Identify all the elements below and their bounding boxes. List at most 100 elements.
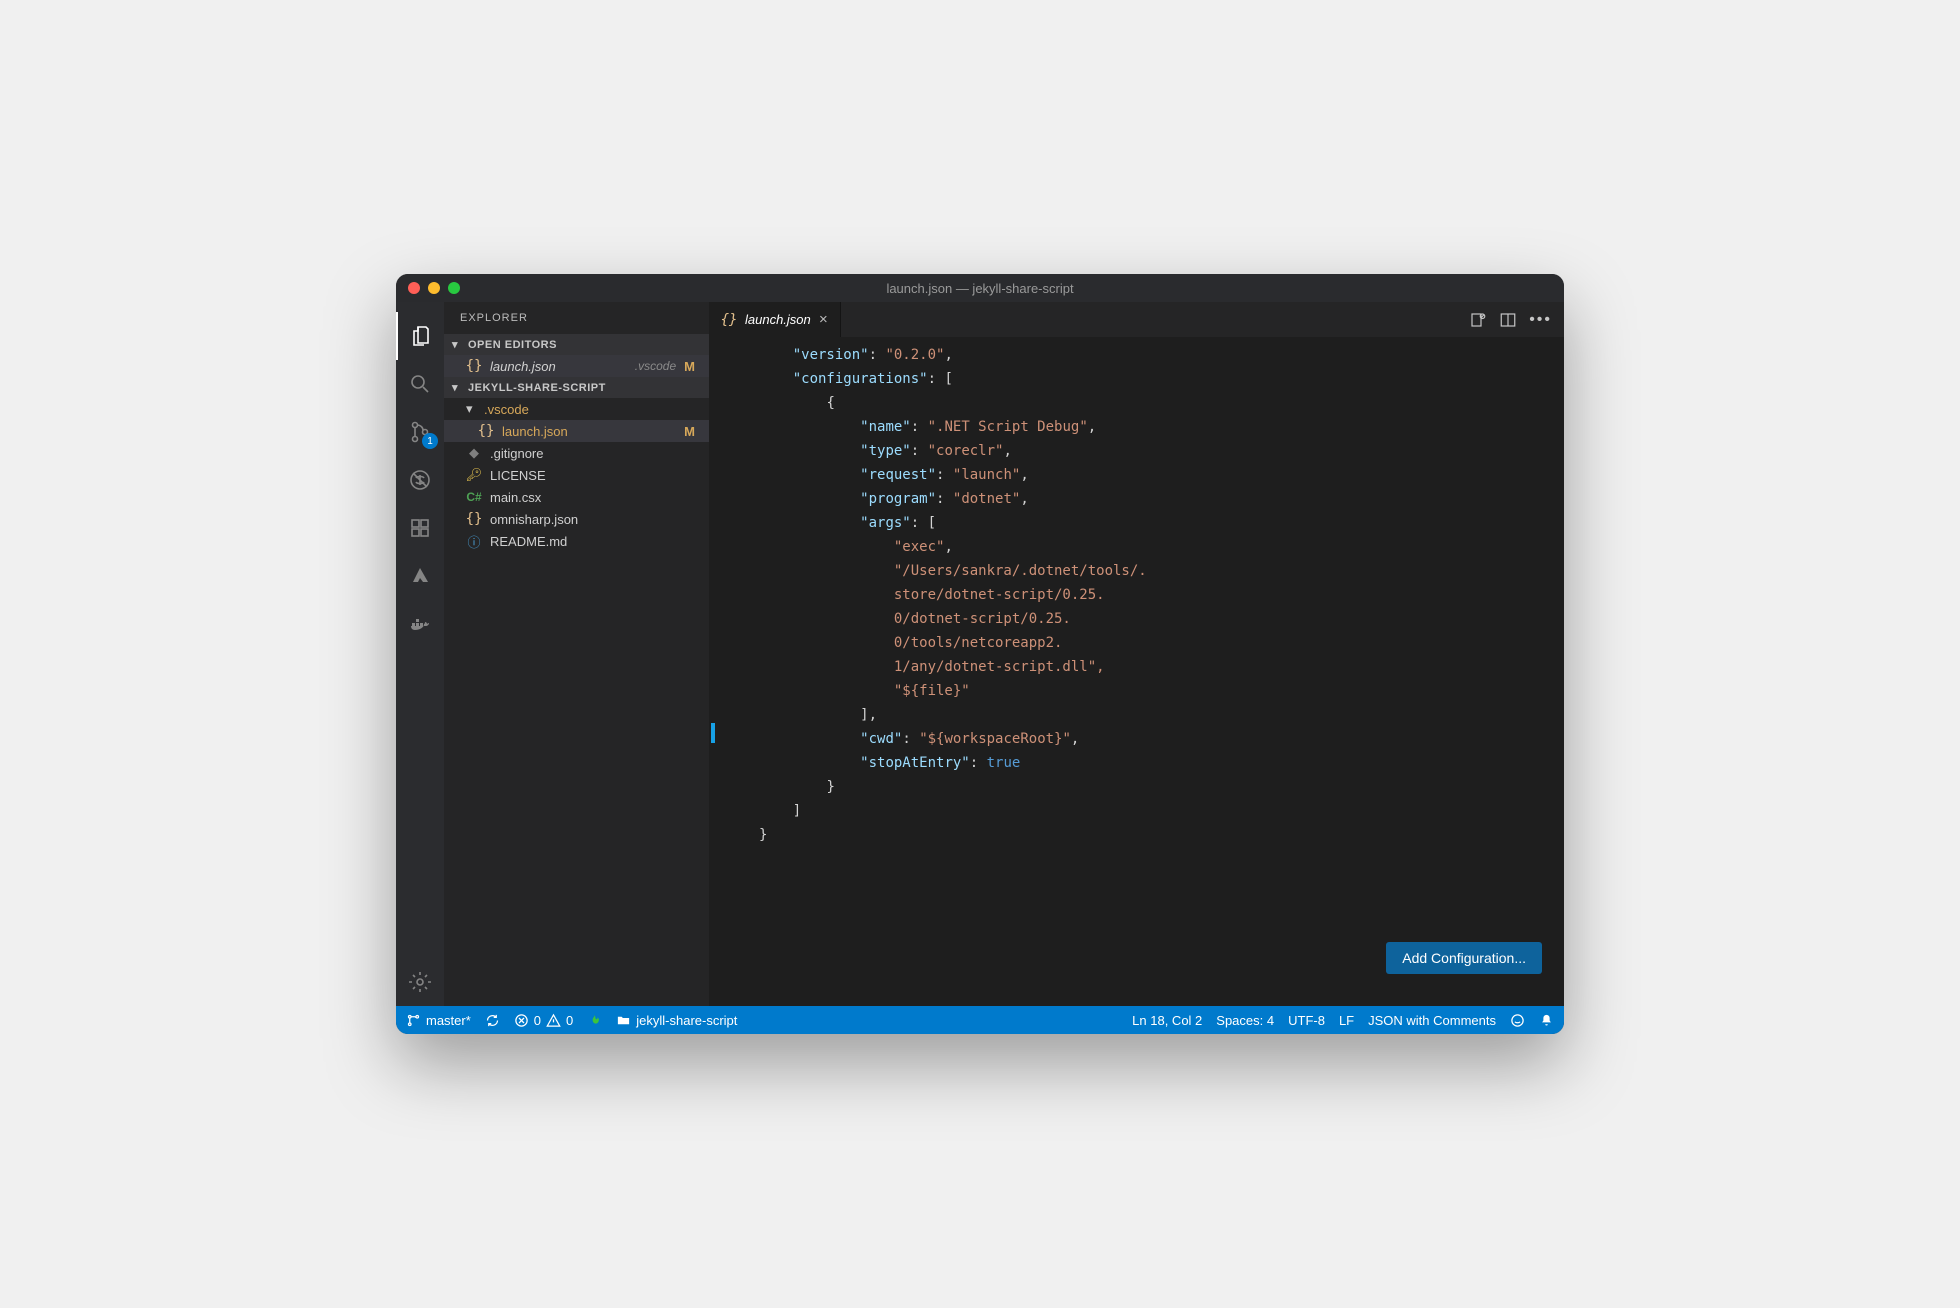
activity-debug[interactable] <box>396 456 444 504</box>
chevron-down-icon: ▾ <box>466 401 478 417</box>
open-editor-name: launch.json <box>490 359 627 374</box>
window-close-button[interactable] <box>408 282 420 294</box>
flame-indicator[interactable] <box>587 1013 602 1028</box>
feedback-button[interactable] <box>1510 1013 1525 1028</box>
file-name: main.csx <box>490 490 701 505</box>
folder-indicator[interactable]: jekyll-share-script <box>616 1013 737 1028</box>
file-omnisharp-json[interactable]: {} omnisharp.json <box>444 508 709 530</box>
cursor-line-indicator <box>711 723 715 743</box>
more-icon[interactable]: ••• <box>1529 311 1552 329</box>
file-main-csx[interactable]: C# main.csx <box>444 486 709 508</box>
chevron-down-icon: ▾ <box>452 338 464 351</box>
json-icon: {} <box>721 312 737 328</box>
open-editor-item[interactable]: {} launch.json .vscode M <box>444 355 709 377</box>
minimap[interactable] <box>1554 343 1564 1006</box>
smiley-icon <box>1510 1013 1525 1028</box>
file-gitignore[interactable]: ◆ .gitignore <box>444 442 709 464</box>
file-readme[interactable]: ⓘ README.md <box>444 530 709 552</box>
open-editors-header[interactable]: ▾ OPEN EDITORS <box>444 334 709 355</box>
activity-search[interactable] <box>396 360 444 408</box>
chevron-down-icon: ▾ <box>452 381 464 394</box>
traffic-lights <box>408 282 460 294</box>
tab-launch-json[interactable]: {} launch.json × <box>709 302 841 337</box>
csharp-icon: C# <box>466 489 482 505</box>
folder-icon <box>616 1013 631 1028</box>
app-window: launch.json — jekyll-share-script 1 <box>396 274 1564 1034</box>
search-icon <box>408 372 432 396</box>
window-zoom-button[interactable] <box>448 282 460 294</box>
workspace-header[interactable]: ▾ JEKYLL-SHARE-SCRIPT <box>444 377 709 398</box>
notifications-button[interactable] <box>1539 1013 1554 1028</box>
problems[interactable]: 0 0 <box>514 1013 573 1028</box>
main-area: 1 EXPLORER ▾ OPEN EDITORS <box>396 302 1564 1006</box>
workspace-label: JEKYLL-SHARE-SCRIPT <box>468 382 606 394</box>
key-icon: 🔑︎ <box>466 467 482 483</box>
gutter <box>709 343 759 1006</box>
close-icon[interactable]: × <box>819 311 828 328</box>
warning-count: 0 <box>566 1013 573 1028</box>
branch-icon <box>406 1013 421 1028</box>
indentation[interactable]: Spaces: 4 <box>1216 1013 1274 1028</box>
warning-icon <box>546 1013 561 1028</box>
files-icon <box>409 324 433 348</box>
open-changes-icon[interactable] <box>1469 311 1487 329</box>
activity-azure[interactable] <box>396 552 444 600</box>
add-configuration-button[interactable]: Add Configuration... <box>1386 942 1542 974</box>
encoding[interactable]: UTF-8 <box>1288 1013 1325 1028</box>
file-name: .gitignore <box>490 446 701 461</box>
scm-badge: 1 <box>422 433 438 449</box>
titlebar: launch.json — jekyll-share-script <box>396 274 1564 302</box>
error-count: 0 <box>534 1013 541 1028</box>
open-editors-label: OPEN EDITORS <box>468 339 557 351</box>
editor[interactable]: "version": "0.2.0", "configurations": [ … <box>709 337 1564 1006</box>
folder-name: jekyll-share-script <box>636 1013 737 1028</box>
language-mode[interactable]: JSON with Comments <box>1368 1013 1496 1028</box>
tab-actions: ••• <box>1469 302 1564 337</box>
sync-button[interactable] <box>485 1013 500 1028</box>
file-name: launch.json <box>502 424 676 439</box>
no-bug-icon <box>408 468 432 492</box>
open-editor-hint: .vscode <box>635 359 676 373</box>
editor-area: {} launch.json × ••• "version": "0.2.0",… <box>709 302 1564 1006</box>
eol[interactable]: LF <box>1339 1013 1354 1028</box>
code-content[interactable]: "version": "0.2.0", "configurations": [ … <box>759 343 1554 1006</box>
file-name: omnisharp.json <box>490 512 701 527</box>
explorer-sidebar: EXPLORER ▾ OPEN EDITORS {} launch.json .… <box>444 302 709 1006</box>
flame-icon <box>587 1013 602 1028</box>
window-minimize-button[interactable] <box>428 282 440 294</box>
bell-icon <box>1539 1013 1554 1028</box>
error-icon <box>514 1013 529 1028</box>
window-title: launch.json — jekyll-share-script <box>396 281 1564 296</box>
git-status: M <box>684 424 695 439</box>
activity-docker[interactable] <box>396 600 444 648</box>
activity-source-control[interactable]: 1 <box>396 408 444 456</box>
folder-vscode[interactable]: ▾ .vscode <box>444 398 709 420</box>
info-icon: ⓘ <box>466 533 482 549</box>
sidebar-title: EXPLORER <box>444 302 709 334</box>
activity-extensions[interactable] <box>396 504 444 552</box>
activity-settings[interactable] <box>396 958 444 1006</box>
azure-icon <box>408 564 432 588</box>
git-icon: ◆ <box>466 445 482 461</box>
file-name: LICENSE <box>490 468 701 483</box>
git-status: M <box>684 359 695 374</box>
json-icon: {} <box>466 511 482 527</box>
status-bar: master* 0 0 jekyll-share-script Ln 18, C… <box>396 1006 1564 1034</box>
json-icon: {} <box>466 358 482 374</box>
extensions-icon <box>408 516 432 540</box>
folder-name: .vscode <box>484 402 529 417</box>
tab-name: launch.json <box>745 312 811 327</box>
docker-icon <box>408 612 432 636</box>
activity-explorer[interactable] <box>396 312 444 360</box>
sync-icon <box>485 1013 500 1028</box>
file-name: README.md <box>490 534 701 549</box>
json-icon: {} <box>478 423 494 439</box>
file-launch-json[interactable]: {} launch.json M <box>444 420 709 442</box>
git-branch[interactable]: master* <box>406 1013 471 1028</box>
split-editor-icon[interactable] <box>1499 311 1517 329</box>
tab-bar: {} launch.json × ••• <box>709 302 1564 337</box>
gear-icon <box>408 970 432 994</box>
file-license[interactable]: 🔑︎ LICENSE <box>444 464 709 486</box>
branch-name: master* <box>426 1013 471 1028</box>
cursor-position[interactable]: Ln 18, Col 2 <box>1132 1013 1202 1028</box>
